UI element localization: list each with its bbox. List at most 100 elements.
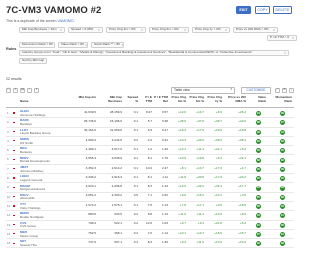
remove-icon[interactable]: × — [53, 43, 54, 47]
momentum-rank-badge: 95 — [280, 148, 285, 154]
table-row[interactable]: 14 MER Mears Group 752.5 468.1 0.2 7.6 1.14 +10.… — [6, 230, 294, 240]
rule-chip[interactable]: Price vs 200 DMA > 0% × — [233, 27, 278, 33]
cell-mcap: 752.5 — [88, 230, 96, 235]
remove-icon[interactable]: × — [120, 43, 123, 47]
table-row[interactable]: 11 VTY Vistry Holdings 1,974.2 1,575.1 0.1 7.5… — [6, 202, 294, 212]
cell-spread: 0.1 — [133, 119, 138, 124]
cell-spread: 0.2 — [133, 212, 138, 217]
cell-pe_rel: 1.03 — [161, 221, 168, 226]
source-screen-link[interactable]: VAMOMO — [58, 19, 74, 23]
cell-vs200: +23.2 — [238, 174, 246, 179]
rule-chip[interactable]: Spread < 0.08% × — [68, 27, 103, 33]
stock-name[interactable]: DSCV discoverIE — [20, 193, 34, 201]
remove-icon[interactable]: × — [291, 36, 294, 40]
value-rank-badge: 88 — [256, 120, 261, 126]
rule-chip[interactable]: Price Chg 1y > 0% × — [192, 27, 230, 33]
stock-name[interactable]: LGEN Legal & General — [20, 175, 42, 182]
cell-pe_rel: 1.11 — [162, 174, 168, 179]
stock-name[interactable]: SDY Speedy Hire — [20, 240, 37, 247]
stock-name[interactable]: MER Mears Group — [20, 230, 38, 238]
column-header-mktcap-bustness[interactable]: Mkt Cap Bustness — [98, 95, 122, 103]
stock-name[interactable]: VTY Vistry Holdings — [20, 203, 41, 210]
cell-spread: 0.2 — [133, 221, 138, 226]
sort-chip[interactable]: Sort by Mkt Cap× — [19, 58, 47, 64]
stock-name[interactable]: CVS CVS Group — [20, 221, 36, 229]
uk-flag-icon — [12, 148, 17, 152]
table-row[interactable]: 9 MGAM Morgan Advanced 3,023.1 2,296.8 0.1 8.3… — [6, 183, 294, 193]
stock-name[interactable]: MGAM Morgan Advanced — [20, 184, 45, 192]
rule-chip[interactable]: Value Rank > 80 × — [58, 42, 88, 48]
table-row[interactable]: 6 BDEV Barratt Developments 3,565.4 2,848.9 0… — [6, 155, 294, 165]
remove-icon[interactable]: × — [283, 51, 286, 55]
expand-icon[interactable]: ⤢ — [275, 87, 280, 93]
remove-icon[interactable]: × — [59, 28, 62, 32]
stock-name[interactable]: BARC Barclays — [20, 119, 32, 126]
chart-icon[interactable]: ▤ — [20, 87, 25, 93]
column-header-momentum-rank[interactable]: Momentum Rank — [268, 95, 293, 103]
cell-mcap: 4,090.4 — [85, 137, 96, 142]
select-all-checkbox-icon[interactable]: ☐ — [6, 87, 11, 93]
stock-name[interactable]: JMAT Johnson Matthey — [20, 165, 44, 173]
momentum-rank-badge: 89 — [280, 111, 285, 117]
column-header-pe[interactable]: P / E TTM — [140, 95, 152, 103]
rule-chip[interactable]: Momentum Rank > 80× — [19, 42, 55, 48]
column-header-chg-6m[interactable]: Price Chg 6m % — [188, 95, 204, 103]
cell-bust: 21,069.0 — [109, 128, 122, 133]
column-header-name[interactable]: Name — [20, 99, 28, 104]
rule-chip[interactable]: Stock Rank™ > 80 × — [91, 42, 124, 48]
remove-icon[interactable]: × — [84, 43, 87, 47]
rule-chip[interactable]: P / E TTM > 0 × — [267, 35, 297, 41]
table-row[interactable]: 8 LGEN Legal & General 3,336.2 2,916.3 0.1 8.1… — [6, 174, 294, 184]
table-row[interactable]: 2 BARC Barclays 25,736.0 15,196.0 0.1 5.7 0.38 +… — [6, 118, 294, 128]
remove-icon[interactable]: × — [44, 59, 47, 63]
rule-chip[interactable]: Price Chg 3m > 0% × — [106, 27, 146, 33]
column-header-chg-3m[interactable]: Price Chg 3m % — [170, 95, 186, 103]
cell-pe: 5.7 — [147, 119, 152, 124]
cell-pe: 6.8 — [147, 212, 152, 217]
table-row[interactable]: 12 REDD Redde Northgate 880.6 633.5 0.2 6.8 1.1… — [6, 211, 294, 221]
table-row[interactable]: 15 SDY Speedy Hire 737.9 507.1 0.4 8.3 1.36 +8.4… — [6, 239, 294, 249]
stock-name[interactable]: BKG Berkeley — [20, 147, 32, 154]
more-icon[interactable]: ⋮ — [289, 87, 294, 93]
remove-icon[interactable]: × — [140, 28, 143, 32]
table-row[interactable]: 13 CVS CVS Group 798.4 522.1 0.2 12.6 1.03 +8.7 +… — [6, 221, 294, 230]
delete-button[interactable]: DELETE — [273, 6, 292, 14]
table-row[interactable]: 10 DSCV discoverIE 3,051.2 2,303.2 0.5 7.1 1.62… — [6, 193, 294, 202]
column-header-pe-rel[interactable]: P / E TTM Rel — [154, 95, 168, 103]
rule-chip[interactable]: Price Chg 6m > 0% × — [149, 27, 189, 33]
remove-icon[interactable]: × — [183, 28, 186, 32]
rule-chip[interactable]: Mkt Cap Bustness > 40m × — [19, 27, 65, 33]
table-row[interactable]: 7 JMAT Johnson Matthey 3,352.3 2,614.2 0.1 10.… — [6, 165, 294, 175]
download-icon[interactable]: ↓ — [27, 87, 32, 93]
remove-icon[interactable]: × — [272, 28, 275, 32]
stock-name[interactable]: BDEV Barratt Developments — [20, 156, 50, 164]
rule-chip[interactable]: Industry Group not in "Coal", "Oil & Gas… — [19, 50, 289, 56]
list-icon[interactable]: ≡ — [13, 87, 18, 93]
cell-bust: 2,916.3 — [111, 174, 122, 179]
view-select[interactable]: Table view ▾ — [171, 86, 235, 94]
column-header-vs-200dma[interactable]: Price vs 200 DMA % — [224, 95, 246, 103]
settings-icon[interactable]: ⚙ — [282, 87, 287, 93]
row-rank: 6 — [7, 157, 9, 162]
stock-name[interactable]: SMDS DS Smith — [20, 137, 33, 145]
rule-chip-label: Price vs 200 DMA > 0% — [236, 27, 269, 32]
table-row[interactable]: 4 SMDS DS Smith 4,090.4 3,244.0 0.2 4.2 0.31 +10… — [6, 137, 294, 147]
column-header-spread[interactable]: Spread % — [124, 95, 139, 103]
stock-name[interactable]: GLEN Glencore Holdings — [20, 110, 45, 117]
stock-name[interactable]: LLOY Lloyds Banking Group — [20, 128, 50, 136]
copy-button[interactable]: COPY — [255, 6, 270, 14]
share-icon[interactable]: ⇪ — [34, 87, 39, 93]
remove-icon[interactable]: × — [224, 28, 227, 32]
column-header-chg-1y[interactable]: Price Chg 1y % — [206, 95, 222, 103]
table-row[interactable]: 3 LLOY Lloyds Banking Group 32,164.0 21,069.… — [6, 128, 294, 137]
cell-c3m: +6.6 — [179, 193, 186, 198]
stock-name[interactable]: REDD Redde Northgate — [20, 212, 44, 219]
remove-icon[interactable]: × — [97, 28, 100, 32]
column-header-value-rank[interactable]: Value Rank — [250, 95, 266, 103]
customise-button[interactable]: CUSTOMISE — [241, 86, 271, 94]
table-row[interactable]: 5 BKG Berkeley 4,490.1 3,617.0 0.1 1.2 1.40 +12.… — [6, 146, 294, 156]
value-rank-badge: 85 — [256, 194, 261, 200]
column-header-mktcap[interactable]: Mkt Cap £m — [74, 95, 96, 100]
table-row[interactable]: 1 GLEN Glencore Holdings 41,639.5 28,159.9 0.… — [6, 109, 294, 119]
edit-button[interactable]: EDIT — [236, 6, 251, 14]
